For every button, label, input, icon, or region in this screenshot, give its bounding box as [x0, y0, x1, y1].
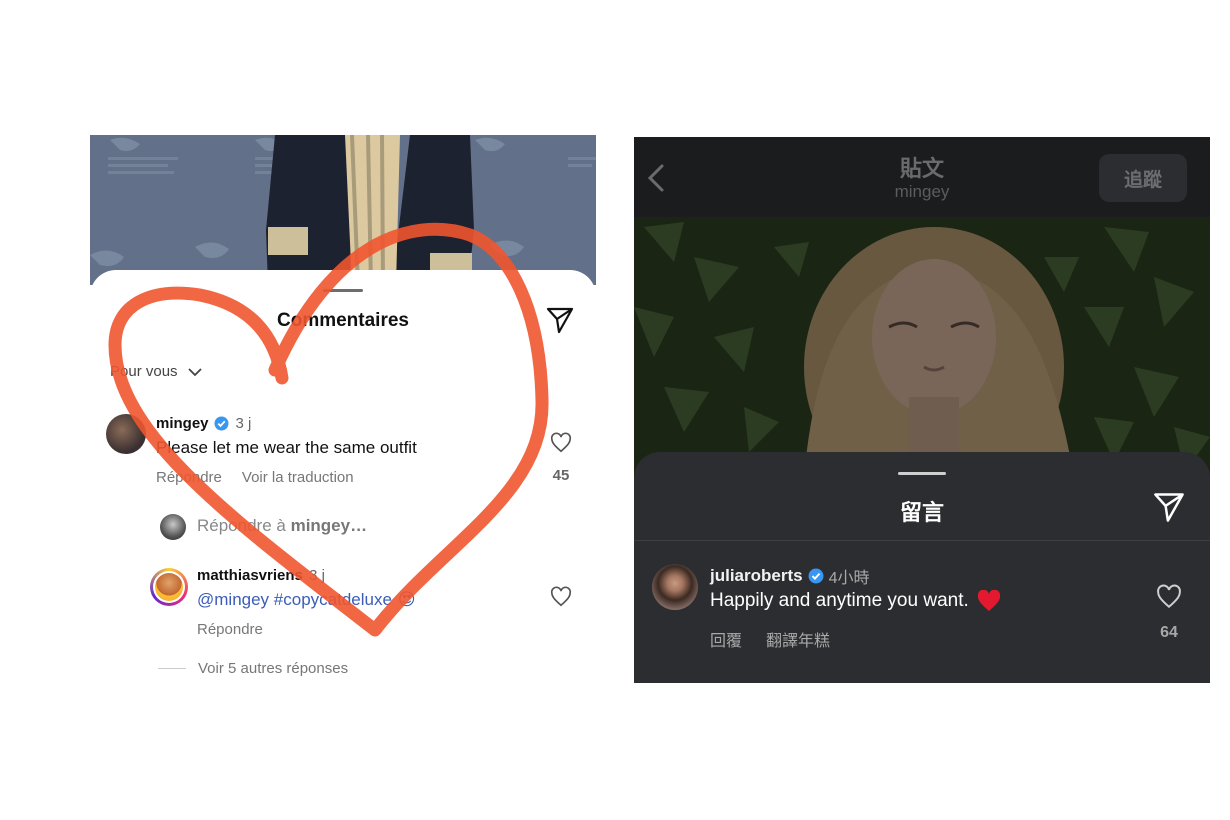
- share-icon[interactable]: [1152, 490, 1186, 524]
- reply-input-target: mingey…: [290, 516, 368, 535]
- comment-actions: Répondre Voir la traduction: [156, 469, 354, 486]
- comment-header: mingey 3 j: [156, 415, 251, 432]
- reply-text: @mingey #copycatdeluxe 😍: [197, 590, 416, 610]
- username[interactable]: matthiasvriens: [197, 567, 303, 584]
- avatar: [160, 514, 186, 540]
- filter-label: Pour vous: [110, 363, 178, 380]
- see-translation-button[interactable]: 翻譯年糕: [766, 627, 830, 651]
- avatar-story-ring[interactable]: [150, 568, 188, 606]
- sheet-title: 留言: [899, 500, 944, 525]
- reply-input[interactable]: Répondre à mingey…: [197, 516, 367, 536]
- like-count: 64: [1160, 624, 1178, 641]
- verified-badge-icon: [214, 416, 229, 431]
- view-more-replies-label: Voir 5 autres réponses: [198, 660, 349, 677]
- sort-filter-dropdown[interactable]: Pour vous: [110, 363, 202, 380]
- comment-text-row: Happily and anytime you want.: [710, 590, 1001, 612]
- comment-time: 4小時: [828, 570, 870, 587]
- reply-input-prefix: Répondre à: [197, 516, 286, 535]
- username[interactable]: mingey: [156, 415, 209, 432]
- drag-handle[interactable]: [323, 289, 363, 292]
- like-count: 45: [552, 467, 570, 484]
- comment-text: Happily and anytime you want.: [710, 590, 969, 611]
- left-screenshot: Commentaires Pour vous mingey 3 j Please…: [90, 135, 596, 685]
- reply-button[interactable]: Répondre: [197, 621, 263, 638]
- follow-button[interactable]: 追蹤: [1099, 154, 1187, 202]
- right-screenshot: 貼文 mingey 追蹤 留言 juliaroberts 4小時 Happily…: [634, 137, 1210, 683]
- comments-sheet: 留言 juliaroberts 4小時 Happily and anytime …: [634, 452, 1210, 683]
- sheet-title: Commentaires: [277, 310, 409, 331]
- view-more-replies-button[interactable]: Voir 5 autres réponses: [158, 660, 348, 677]
- heart-icon[interactable]: [550, 432, 572, 454]
- comment-time: 3 j: [309, 567, 325, 584]
- comment-header: matthiasvriens 3 j: [197, 567, 325, 584]
- divider: [158, 668, 186, 669]
- verified-badge-icon: [808, 568, 824, 584]
- red-heart-emoji-icon: [977, 590, 1000, 611]
- comments-sheet: Commentaires Pour vous mingey 3 j Please…: [90, 270, 596, 685]
- drag-handle[interactable]: [898, 472, 946, 475]
- username[interactable]: juliaroberts: [710, 566, 803, 586]
- see-translation-button[interactable]: Voir la traduction: [242, 469, 354, 486]
- reply-button[interactable]: 回覆: [710, 627, 742, 651]
- avatar[interactable]: [106, 414, 146, 454]
- heart-eyes-emoji: 😍: [397, 590, 416, 609]
- reply-button[interactable]: Répondre: [156, 469, 222, 486]
- comment-time: 3 j: [235, 415, 252, 432]
- mention-link[interactable]: @mingey #copycatdeluxe: [197, 590, 392, 610]
- share-icon[interactable]: [545, 305, 575, 335]
- post-header: 貼文 mingey 追蹤: [634, 137, 1210, 217]
- heart-icon[interactable]: [550, 586, 572, 608]
- comment-actions: 回覆 翻譯年糕: [710, 627, 830, 651]
- divider: [634, 540, 1210, 541]
- post-photo: [634, 217, 1210, 477]
- comment-header: juliaroberts 4小時: [710, 564, 870, 588]
- chevron-down-icon: [187, 367, 202, 376]
- post-photo: [90, 135, 596, 285]
- heart-icon[interactable]: [1156, 584, 1182, 610]
- comment-text: Please let me wear the same outfit: [156, 438, 417, 457]
- avatar[interactable]: [652, 564, 698, 610]
